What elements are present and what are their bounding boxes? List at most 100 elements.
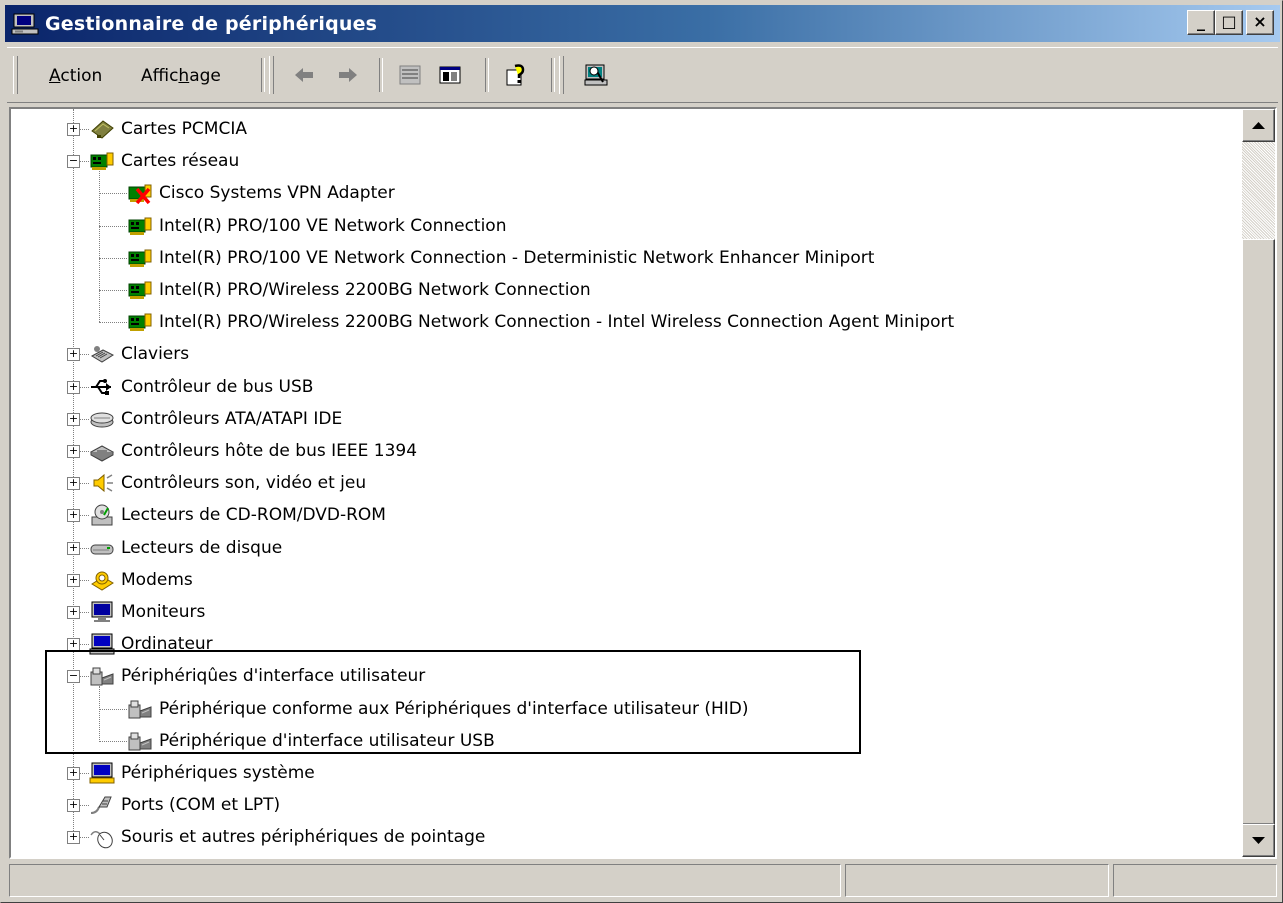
hid-icon [127,697,153,721]
tree-item-label: Ordinateur [121,634,213,654]
tree-category-item[interactable]: Périphériques système [89,757,315,789]
network-card-icon [127,310,153,334]
network-card-disabled-icon [127,181,153,205]
tree-category-item[interactable]: Ports (COM et LPT) [89,789,280,821]
tree-category-item[interactable]: Souris et autres périphériques de pointa… [89,821,485,853]
tree-category-item[interactable]: Cartes PCMCIA [89,113,247,145]
tree-item-label: Lecteurs de CD-ROM/DVD-ROM [121,505,386,525]
expand-toggle-icon[interactable]: + [67,767,80,780]
expand-toggle-icon[interactable]: + [67,606,80,619]
tree-item-label: Contrôleur de bus USB [121,377,314,397]
back-arrow-icon[interactable] [291,62,317,88]
scroll-down-button[interactable] [1242,824,1275,857]
tree-item-label: Cisco Systems VPN Adapter [159,183,395,203]
expand-toggle-icon[interactable]: + [67,477,80,490]
expand-toggle-icon[interactable]: + [67,542,80,555]
help-icon[interactable] [503,62,529,88]
keyboard-icon [89,342,115,366]
forward-arrow-icon[interactable] [335,62,361,88]
monitor-icon [89,600,115,624]
tree-child-item[interactable]: Intel(R) PRO/Wireless 2200BG Network Con… [127,306,954,338]
tree-category-item[interactable]: Claviers [89,338,189,370]
tree-item-label: Ports (COM et LPT) [121,795,281,815]
tree-child-item[interactable]: Intel(R) PRO/100 VE Network Connection -… [127,242,874,274]
network-card-icon [89,149,115,173]
speaker-icon [89,471,115,495]
network-card-icon [127,214,153,238]
expand-toggle-icon[interactable]: + [67,574,80,587]
collapse-toggle-icon[interactable]: − [67,155,80,168]
expand-toggle-icon[interactable]: + [67,413,80,426]
expand-toggle-icon[interactable]: + [67,509,80,522]
scroll-up-button[interactable] [1242,109,1275,142]
menu-action[interactable]: Action [49,66,102,86]
toolbar-grip[interactable] [269,56,274,94]
tree-category-item[interactable]: Périphériqûes d'interface utilisateur [89,660,425,692]
tree-item-label: Lecteurs de disque [121,538,283,558]
tree-category-item[interactable]: Contrôleurs son, vidéo et jeu [89,467,366,499]
tree-item-label: Intel(R) PRO/Wireless 2200BG Network Con… [159,280,591,300]
device-tree-pane[interactable]: + Cartes PCMCIA − Cartes réseau Cisco System… [9,107,1277,859]
tree-item-label: Contrôleurs son, vidéo et jeu [121,473,367,493]
expand-toggle-icon[interactable]: + [67,831,80,844]
tree-item-label: Contrôleurs ATA/ATAPI IDE [121,409,343,429]
collapse-toggle-icon[interactable]: − [67,670,80,683]
device-manager-window: Gestionnaire de périphériques _ □ × Acti… [0,0,1283,903]
tree-category-item[interactable]: Lecteurs de disque [89,532,282,564]
properties-panel-icon[interactable] [397,62,423,88]
expand-toggle-icon[interactable]: + [67,799,80,812]
tree-category-item[interactable]: Modems [89,564,193,596]
toolbar: Action Affichage [7,47,1278,103]
tree-item-label: Intel(R) PRO/100 VE Network Connection [159,216,507,236]
tree-item-label: Cartes PCMCIA [121,119,247,139]
ieee1394-icon [89,439,115,463]
usb-icon [89,375,115,399]
tree-category-item[interactable]: Lecteurs de CD-ROM/DVD-ROM [89,499,386,531]
tree-category-item[interactable]: Ordinateur [89,628,213,660]
tree-item-label: Souris et autres périphériques de pointa… [121,827,486,847]
expand-toggle-icon[interactable]: + [67,638,80,651]
tree-child-item[interactable]: Périphérique conforme aux Périphériques … [127,693,749,725]
console-tree-icon[interactable] [437,62,463,88]
scan-hardware-icon[interactable] [583,62,609,88]
tree-category-item[interactable]: Moniteurs [89,596,205,628]
hid-icon [89,664,115,688]
network-card-icon [127,246,153,270]
system-device-icon [89,761,115,785]
tree-child-item[interactable]: Périphérique d'interface utilisateur USB [127,725,495,757]
menu-view[interactable]: Affichage [141,66,221,86]
mouse-icon [89,825,115,849]
tree-child-item[interactable]: Intel(R) PRO/100 VE Network Connection [127,210,507,242]
tree-child-item[interactable]: Intel(R) PRO/Wireless 2200BG Network Con… [127,274,591,306]
menu-grip[interactable] [13,56,18,94]
tree-category-item[interactable]: Contrôleurs ATA/ATAPI IDE [89,403,342,435]
maximize-button[interactable]: □ [1215,10,1243,35]
scroll-thumb[interactable] [1242,239,1275,825]
close-button[interactable]: × [1246,10,1274,35]
expand-toggle-icon[interactable]: + [67,348,80,361]
disk-drive-icon [89,536,115,560]
tree-category-item[interactable]: Cartes réseau [89,145,239,177]
tree-item-label: Périphérique conforme aux Périphériques … [159,699,749,719]
modem-icon [89,568,115,592]
computer-icon [89,632,115,656]
cdrom-icon [89,503,115,527]
expand-toggle-icon[interactable]: + [67,381,80,394]
expand-toggle-icon[interactable]: + [67,445,80,458]
tree-item-label: Contrôleurs hôte de bus IEEE 1394 [121,441,418,461]
title-bar[interactable]: Gestionnaire de périphériques _ □ × [5,5,1280,42]
minimize-button[interactable]: _ [1187,10,1215,35]
expand-toggle-icon[interactable]: + [67,123,80,136]
ide-controller-icon [89,407,115,431]
toolbar-grip-2[interactable] [559,56,564,94]
tree-item-label: Intel(R) PRO/100 VE Network Connection -… [159,248,875,268]
network-card-icon [127,278,153,302]
tree-category-item[interactable]: Contrôleur de bus USB [89,371,313,403]
tree-child-item[interactable]: Cisco Systems VPN Adapter [127,177,395,209]
tree-item-label: Intel(R) PRO/Wireless 2200BG Network Con… [159,312,955,332]
tree-item-label: Moniteurs [121,602,206,622]
tree-category-item[interactable]: Contrôleurs hôte de bus IEEE 1394 [89,435,417,467]
vertical-scrollbar[interactable] [1242,109,1275,857]
hid-icon [127,729,153,753]
tree-item-label: Périphérique d'interface utilisateur USB [159,731,495,751]
